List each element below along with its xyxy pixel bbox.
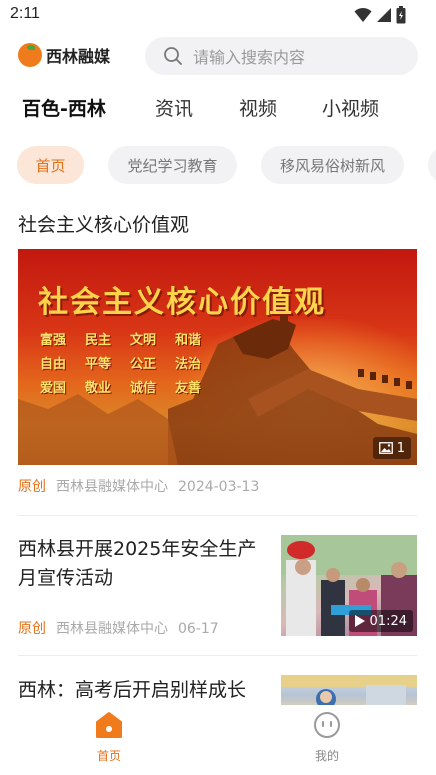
signal-icon <box>377 8 391 22</box>
video-thumbnail: 01:24 <box>281 535 417 636</box>
article-title: 西林县开展2025年安全生产月宣传活动 <box>18 538 257 589</box>
article-banner-image: 社会主义核心价值观 富强 民主 文明 和谐 自由 平等 公正 法治 爱国 敬业 … <box>18 249 417 465</box>
battery-icon <box>396 6 406 24</box>
article-source: 西林县融媒体中心 <box>56 479 168 495</box>
banner-value: 爱国 <box>40 381 67 396</box>
banner-value: 自由 <box>40 357 67 372</box>
divider <box>18 655 417 656</box>
orange-logo-icon <box>18 43 42 67</box>
banner-value: 平等 <box>85 357 112 372</box>
banner-value: 富强 <box>40 333 67 348</box>
category-pills: 首页 党纪学习教育 移风易俗树新风 <box>0 144 436 186</box>
banner-value: 民主 <box>85 333 112 348</box>
search-bar[interactable]: 请输入搜索内容 <box>145 37 418 75</box>
bottom-nav: 首页 我的 <box>0 705 436 775</box>
profile-face-icon <box>314 712 340 738</box>
article-source: 西林县融媒体中心 <box>56 621 168 637</box>
tab-video[interactable]: 视频 <box>239 94 277 121</box>
video-duration: 01:24 <box>369 613 407 629</box>
pill-party-discipline[interactable]: 党纪学习教育 <box>108 146 237 184</box>
search-icon <box>164 47 182 65</box>
article-meta: 原创 西林县融媒体中心 2024-03-13 <box>18 476 259 496</box>
pill-more[interactable] <box>428 146 436 184</box>
nav-home[interactable]: 首页 <box>69 711 149 764</box>
search-placeholder: 请输入搜索内容 <box>193 48 306 67</box>
article-date: 2024-03-13 <box>178 479 260 495</box>
wifi-icon <box>354 7 372 22</box>
header: 西林融媒 请输入搜索内容 <box>0 34 436 80</box>
video-duration-badge: 01:24 <box>348 610 413 632</box>
original-tag: 原创 <box>18 621 46 637</box>
banner-headline: 社会主义核心价值观 <box>38 285 326 320</box>
status-icons <box>354 6 406 24</box>
banner-value: 友善 <box>175 381 202 396</box>
image-count-badge: 1 <box>372 437 411 459</box>
logo-text: 西林融媒 <box>46 47 111 66</box>
banner-values-grid: 富强 民主 文明 和谐 自由 平等 公正 法治 爱国 敬业 诚信 友善 <box>40 329 215 396</box>
image-count: 1 <box>396 440 405 456</box>
tab-baise-xilin[interactable]: 百色-西林 <box>22 94 106 121</box>
pill-customs-reform[interactable]: 移风易俗树新风 <box>261 146 404 184</box>
article-title: 社会主义核心价值观 <box>18 214 190 236</box>
divider <box>18 515 417 516</box>
banner-value: 诚信 <box>130 381 157 396</box>
original-tag: 原创 <box>18 479 46 495</box>
status-bar: 2:11 <box>0 0 436 30</box>
channel-tabs: 百色-西林 资讯 视频 小视频 <box>0 90 436 126</box>
banner-value: 法治 <box>175 357 202 372</box>
app-logo: 西林融媒 <box>18 43 110 67</box>
status-time: 2:11 <box>10 5 40 22</box>
play-icon <box>354 615 365 627</box>
nav-label: 首页 <box>96 749 121 763</box>
tab-short-video[interactable]: 小视频 <box>322 94 379 121</box>
banner-value: 文明 <box>130 333 157 348</box>
article-date: 06-17 <box>178 621 219 637</box>
nav-profile[interactable]: 我的 <box>287 711 367 764</box>
banner-value: 和谐 <box>175 333 202 348</box>
article-title: 西林：高考后开启别样成长 <box>18 679 247 701</box>
article-meta: 原创 西林县融媒体中心 06-17 <box>18 618 219 638</box>
pill-home[interactable]: 首页 <box>17 146 84 184</box>
tab-news[interactable]: 资讯 <box>155 94 193 121</box>
home-icon <box>96 712 122 738</box>
image-icon <box>378 442 393 454</box>
nav-label: 我的 <box>314 749 339 763</box>
banner-value: 敬业 <box>85 381 112 396</box>
banner-value: 公正 <box>130 357 157 372</box>
